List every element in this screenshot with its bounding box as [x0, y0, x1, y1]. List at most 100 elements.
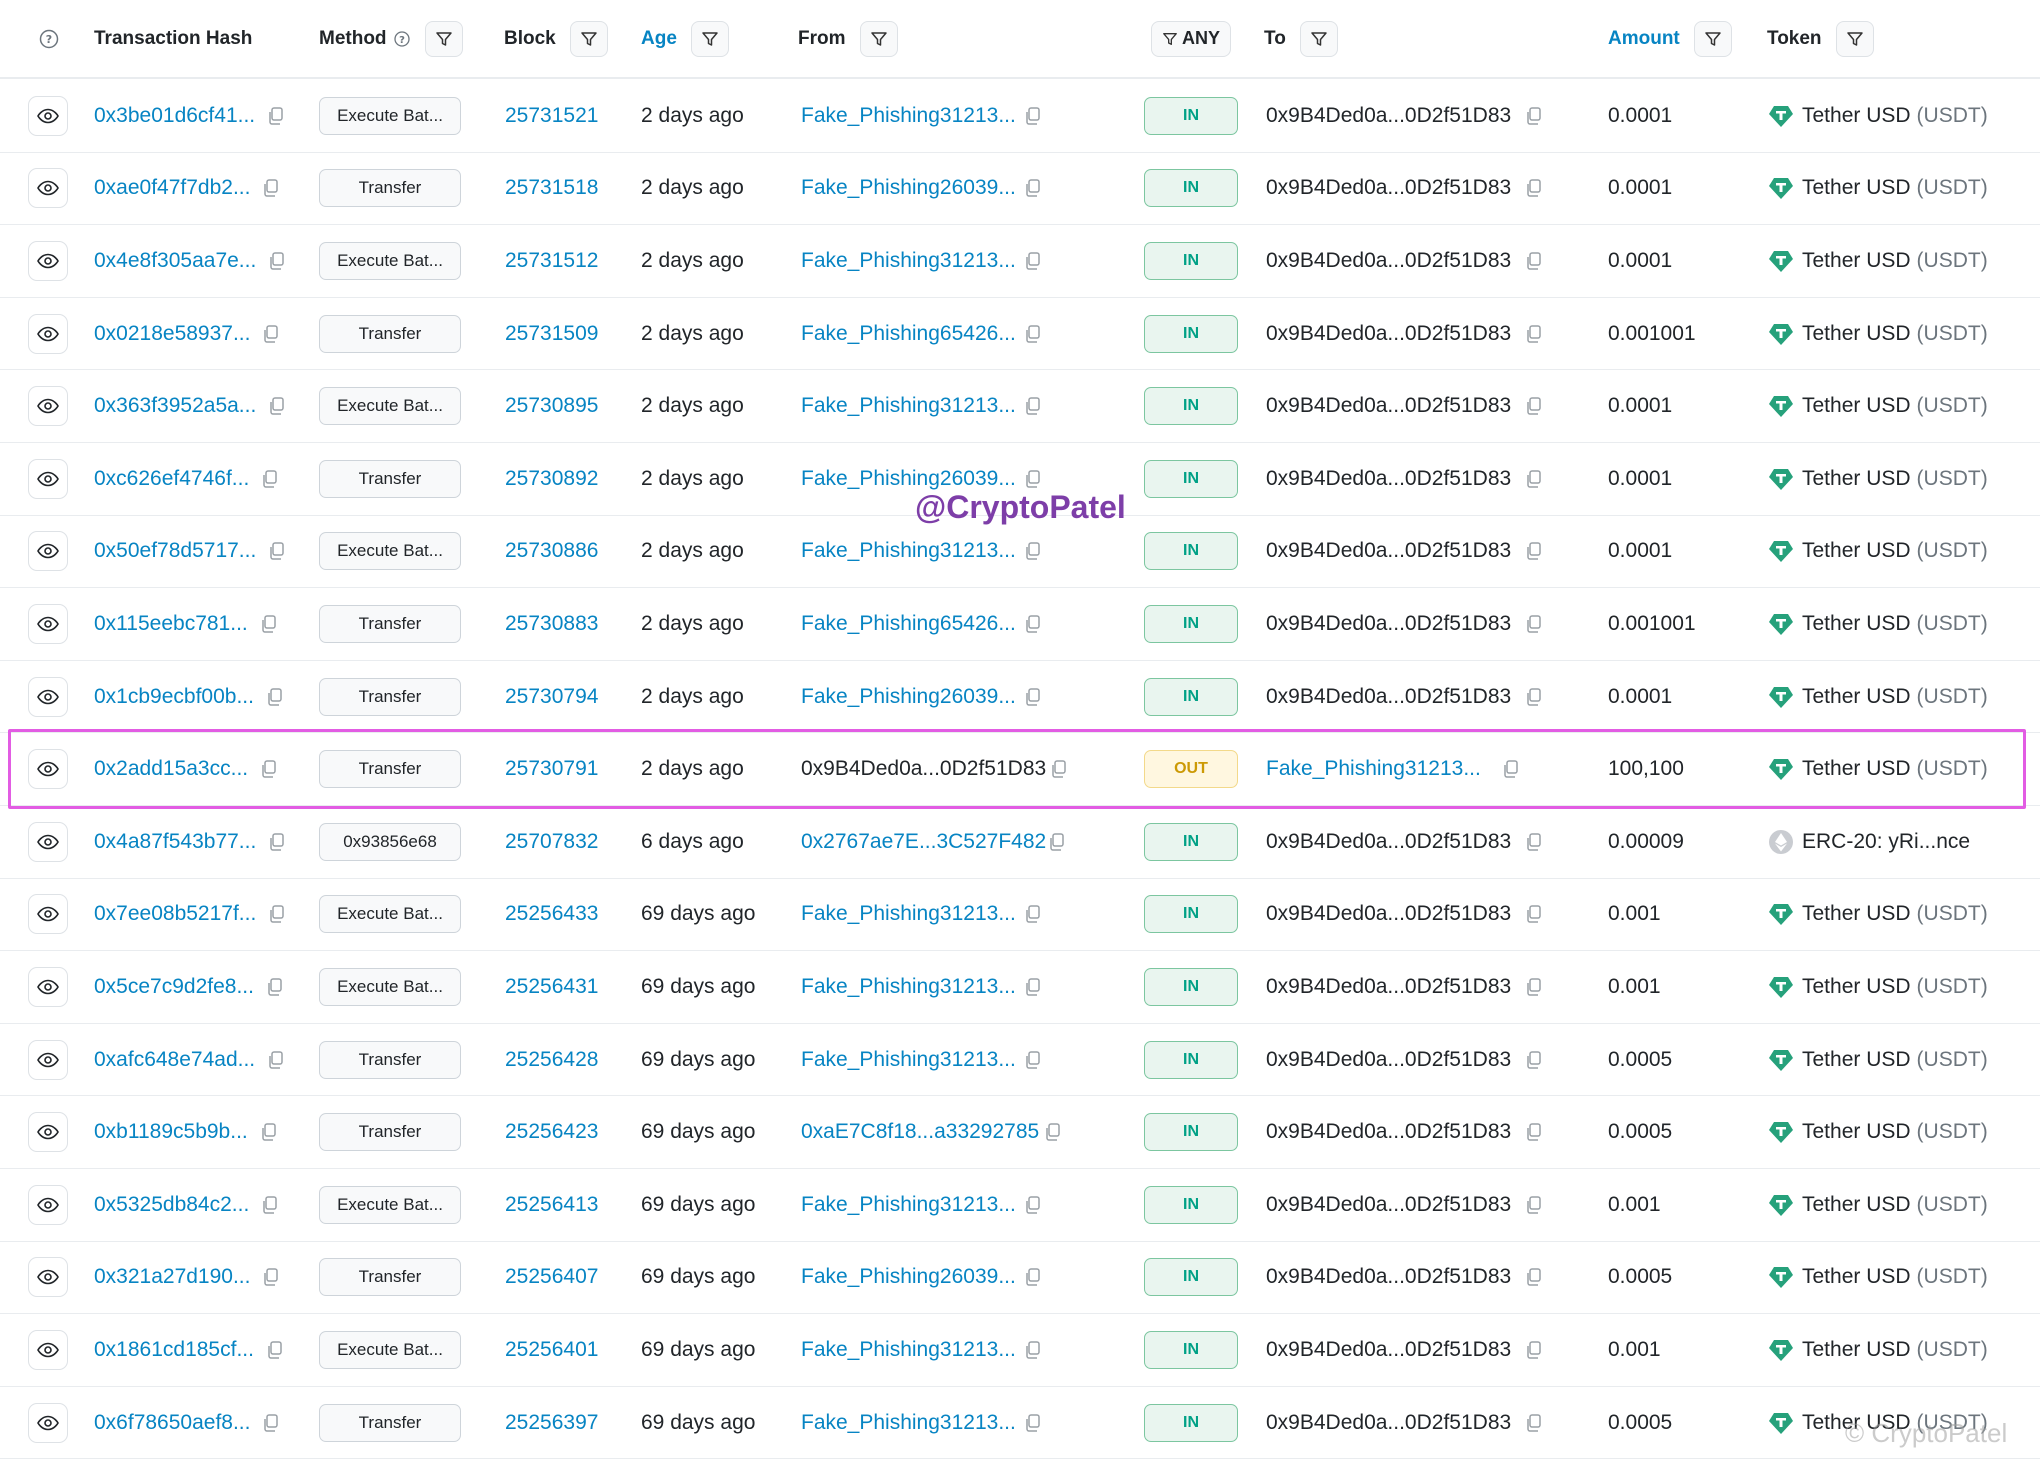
copy-icon[interactable]: [266, 687, 284, 707]
copy-icon[interactable]: [1525, 1050, 1543, 1070]
copy-icon[interactable]: [1525, 977, 1543, 997]
tx-hash-link[interactable]: 0xb1189c5b9b...: [94, 1120, 248, 1144]
copy-icon[interactable]: [262, 1267, 280, 1287]
token-name-link[interactable]: Tether USD: [1802, 685, 1911, 709]
tx-hash-link[interactable]: 0x7ee08b5217f...: [94, 902, 256, 926]
from-filter-button[interactable]: [859, 20, 898, 57]
block-link[interactable]: 25256407: [505, 1265, 598, 1289]
token-name-link[interactable]: Tether USD: [1802, 1193, 1911, 1217]
token-name-link[interactable]: ERC-20: yRi...nce: [1802, 830, 1970, 854]
from-address[interactable]: Fake_Phishing65426...: [801, 322, 1016, 346]
copy-icon[interactable]: [1024, 106, 1042, 126]
tx-hash-link[interactable]: 0xc626ef4746f...: [94, 467, 249, 491]
view-details-button[interactable]: [28, 1039, 68, 1080]
copy-icon[interactable]: [1525, 1195, 1543, 1215]
view-details-button[interactable]: [28, 676, 68, 717]
from-address[interactable]: Fake_Phishing65426...: [801, 612, 1016, 636]
token-name-link[interactable]: Tether USD: [1802, 104, 1911, 128]
copy-icon[interactable]: [267, 1050, 285, 1070]
tx-hash-link[interactable]: 0x1861cd185cf...: [94, 1338, 254, 1362]
copy-icon[interactable]: [1525, 396, 1543, 416]
tx-hash-link[interactable]: 0x321a27d190...: [94, 1265, 250, 1289]
copy-icon[interactable]: [262, 324, 280, 344]
copy-icon[interactable]: [1024, 904, 1042, 924]
tx-hash-link[interactable]: 0x363f3952a5a...: [94, 394, 256, 418]
header-amount[interactable]: Amount: [1608, 0, 1732, 77]
block-link[interactable]: 25731518: [505, 176, 598, 200]
age-filter-button[interactable]: [690, 20, 729, 57]
from-address[interactable]: Fake_Phishing31213...: [801, 1193, 1016, 1217]
copy-icon[interactable]: [262, 178, 280, 198]
block-link[interactable]: 25730791: [505, 757, 598, 781]
copy-icon[interactable]: [1525, 1122, 1543, 1142]
tx-hash-link[interactable]: 0xae0f47f7db2...: [94, 176, 250, 200]
copy-icon[interactable]: [1024, 614, 1042, 634]
from-address[interactable]: Fake_Phishing31213...: [801, 104, 1016, 128]
view-details-button[interactable]: [28, 1257, 68, 1298]
copy-icon[interactable]: [268, 904, 286, 924]
copy-icon[interactable]: [268, 396, 286, 416]
copy-icon[interactable]: [1525, 178, 1543, 198]
copy-icon[interactable]: [1525, 541, 1543, 561]
from-address[interactable]: Fake_Phishing31213...: [801, 902, 1016, 926]
view-details-button[interactable]: [28, 821, 68, 862]
token-name-link[interactable]: Tether USD: [1802, 467, 1911, 491]
view-details-button[interactable]: [28, 966, 68, 1007]
copy-icon[interactable]: [266, 1340, 284, 1360]
from-address[interactable]: Fake_Phishing31213...: [801, 249, 1016, 273]
token-name-link[interactable]: Tether USD: [1802, 1338, 1911, 1362]
block-filter-button[interactable]: [569, 20, 608, 57]
to-filter-button[interactable]: [1299, 20, 1338, 57]
from-address[interactable]: Fake_Phishing31213...: [801, 975, 1016, 999]
view-details-button[interactable]: [28, 1402, 68, 1443]
tx-hash-link[interactable]: 0x115eebc781...: [94, 612, 248, 636]
from-address[interactable]: Fake_Phishing31213...: [801, 1338, 1016, 1362]
tx-hash-link[interactable]: 0x5ce7c9d2fe8...: [94, 975, 254, 999]
amount-filter-button[interactable]: [1693, 20, 1732, 57]
block-link[interactable]: 25731512: [505, 249, 598, 273]
copy-icon[interactable]: [266, 977, 284, 997]
view-details-button[interactable]: [28, 1184, 68, 1225]
tx-hash-link[interactable]: 0x1cb9ecbf00b...: [94, 685, 254, 709]
block-link[interactable]: 25256413: [505, 1193, 598, 1217]
copy-icon[interactable]: [260, 614, 278, 634]
method-filter-button[interactable]: [424, 20, 463, 57]
copy-icon[interactable]: [1525, 251, 1543, 271]
from-address[interactable]: Fake_Phishing31213...: [801, 539, 1016, 563]
block-link[interactable]: 25730892: [505, 467, 598, 491]
copy-icon[interactable]: [1024, 324, 1042, 344]
copy-icon[interactable]: [1024, 1267, 1042, 1287]
copy-icon[interactable]: [1525, 106, 1543, 126]
view-details-button[interactable]: [28, 313, 68, 354]
copy-icon[interactable]: [1024, 178, 1042, 198]
block-link[interactable]: 25256401: [505, 1338, 598, 1362]
block-link[interactable]: 25707832: [505, 830, 598, 854]
view-details-button[interactable]: [28, 531, 68, 572]
token-filter-button[interactable]: [1835, 20, 1874, 57]
tx-hash-link[interactable]: 0x0218e58937...: [94, 322, 250, 346]
copy-icon[interactable]: [1024, 1195, 1042, 1215]
help-icon[interactable]: ?: [393, 30, 411, 48]
view-details-button[interactable]: [28, 95, 68, 136]
from-address[interactable]: Fake_Phishing31213...: [801, 1411, 1016, 1435]
copy-icon[interactable]: [1525, 1340, 1543, 1360]
from-address[interactable]: 0xaE7C8f18...a33292785: [801, 1120, 1039, 1144]
block-link[interactable]: 25256397: [505, 1411, 598, 1435]
tx-hash-link[interactable]: 0x3be01d6cf41...: [94, 104, 255, 128]
token-name-link[interactable]: Tether USD: [1802, 612, 1911, 636]
header-amount-label[interactable]: Amount: [1608, 28, 1680, 50]
info-icon[interactable]: ?: [38, 0, 60, 77]
copy-icon[interactable]: [1024, 469, 1042, 489]
view-details-button[interactable]: [28, 894, 68, 935]
block-link[interactable]: 25731521: [505, 104, 598, 128]
block-link[interactable]: 25730895: [505, 394, 598, 418]
view-details-button[interactable]: [28, 1329, 68, 1370]
from-address[interactable]: Fake_Phishing31213...: [801, 394, 1016, 418]
header-age-label[interactable]: Age: [641, 28, 677, 50]
copy-icon[interactable]: [1024, 541, 1042, 561]
copy-icon[interactable]: [1502, 759, 1520, 779]
token-name-link[interactable]: Tether USD: [1802, 1120, 1911, 1144]
copy-icon[interactable]: [1024, 251, 1042, 271]
block-link[interactable]: 25730883: [505, 612, 598, 636]
view-details-button[interactable]: [28, 603, 68, 644]
